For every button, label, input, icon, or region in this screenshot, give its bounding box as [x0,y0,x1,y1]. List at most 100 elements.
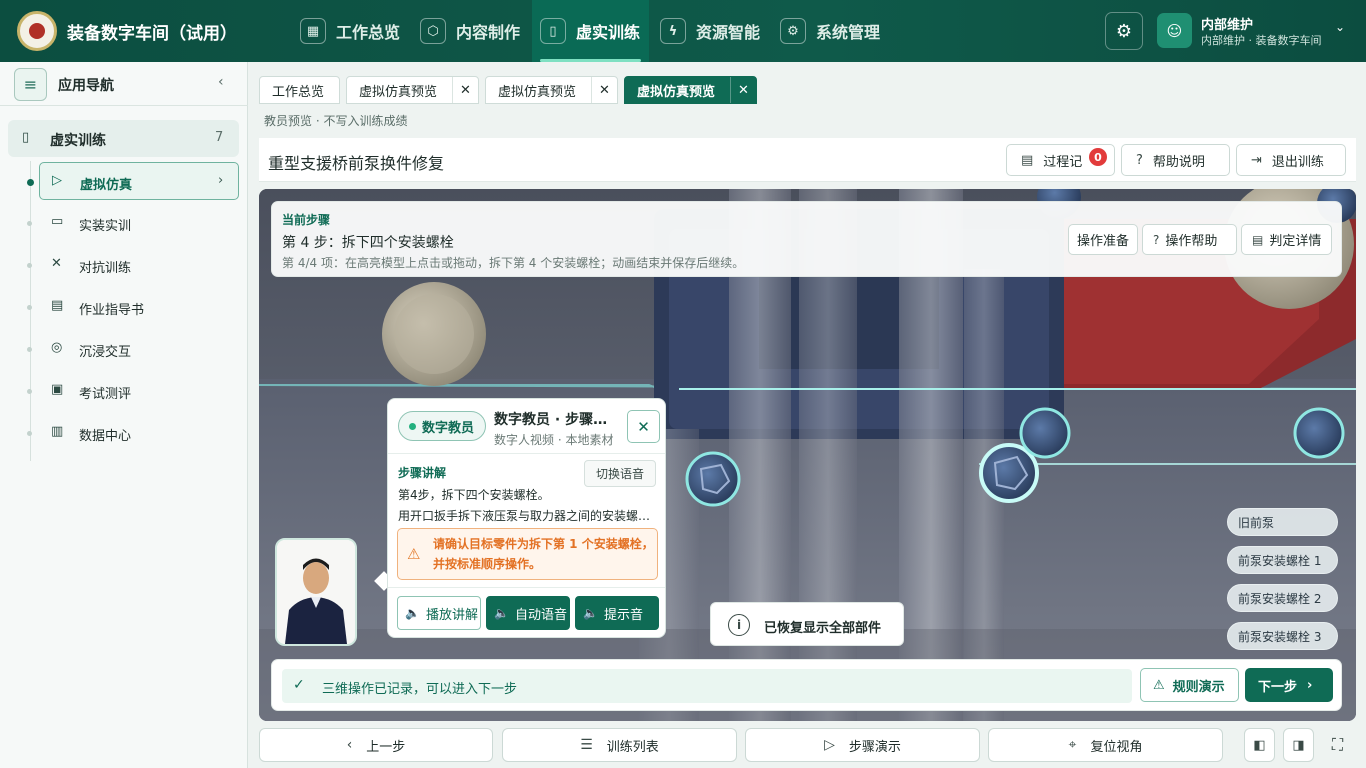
chevron-right-icon: › [218,173,224,188]
question-icon: ? [1153,232,1160,247]
gear-icon: ⚙ [780,18,806,44]
exit-training-button[interactable]: ⇥ 退出训练 [1236,144,1346,176]
step-caption: 当前步骤 [282,213,331,227]
close-icon[interactable]: ✕ [591,77,617,103]
play-narration-button[interactable]: 🔈 播放讲解 [397,596,481,630]
nav-item-content[interactable]: ⬡ 内容制作 [420,0,530,62]
user-avatar-icon: ☺ [1157,13,1192,48]
tab-overview[interactable]: 工作总览 [259,76,340,104]
sidebar-item-immersive[interactable]: ◎ 沉浸交互 [27,330,239,368]
nav-item-resources[interactable]: ϟ 资源智能 [660,0,770,62]
menu-toggle-button[interactable]: ≡ [14,68,47,101]
panel-right-icon: ◨ [1292,737,1305,753]
button-label: 判定详情 [1269,234,1322,249]
tree-dot [27,179,34,186]
button-label: 操作准备 [1077,234,1130,249]
emblem-logo [17,11,57,51]
chart-icon: ▥ [51,424,64,439]
auto-voice-button[interactable]: 🔈 自动语音 [486,596,570,630]
close-icon[interactable]: ✕ [452,77,478,103]
sidebar-item-label: 作业指导书 [79,303,145,318]
tree-dot [27,389,32,394]
tab-sim-preview-3[interactable]: 虚拟仿真预览 ✕ [624,76,757,104]
app-title: 装备数字车间（试用） [67,24,237,44]
status-dot-icon [409,422,416,430]
divider [388,587,665,588]
tab-label: 虚拟仿真预览 [498,84,577,100]
rule-demo-button[interactable]: ⚠ 规则演示 [1140,668,1239,702]
play-circle-icon: ▷ [52,173,62,188]
process-record-button[interactable]: ▤ 过程记 0 [1006,144,1115,176]
collapse-sidebar-icon[interactable]: ‹ [218,74,224,90]
tab-label: 虚拟仿真预览 [637,84,716,100]
sidebar-item-practical[interactable]: ▭ 实装实训 [27,204,239,242]
prep-button[interactable]: 操作准备 [1068,224,1138,255]
warning-box: ⚠ 请确认目标零件为拆下第 1 个安装螺栓，并按标准顺序操作。 [397,528,658,580]
chevron-down-icon: ⌄ [1335,20,1346,34]
tab-sim-preview-1[interactable]: 虚拟仿真预览 ✕ [346,76,479,104]
group-count: 7 [215,130,224,145]
tab-label: 工作总览 [272,84,325,100]
record-count-badge: 0 [1089,148,1107,166]
settings-button[interactable]: ⚙ [1105,12,1143,50]
teacher-portrait-image [277,540,355,644]
button-label: 过程记 [1043,154,1083,170]
sidebar-group-training[interactable]: ▯ 虚实训练 7 [8,120,239,157]
button-label: 下一步 [1258,679,1298,695]
help-button[interactable]: ? 帮助说明 [1121,144,1230,176]
close-icon[interactable]: ✕ [730,77,756,103]
hamburger-icon: ≡ [23,75,38,94]
close-teacher-button[interactable]: ✕ [627,410,660,443]
teacher-avatar [275,538,357,646]
warning-text: 请确认目标零件为拆下第 1 个安装螺栓，并按标准顺序操作。 [433,537,654,571]
toast-text: 已恢复显示全部部件 [764,621,882,636]
part-chip-old-pump[interactable]: 旧前泵 [1227,508,1338,536]
sidebar-item-label: 虚拟仿真 [80,178,133,193]
fullscreen-button[interactable]: ⛶ [1322,728,1353,762]
judgement-detail-button[interactable]: ▤ 判定详情 [1241,224,1332,255]
part-chip-bolt-2[interactable]: 前泵安装螺栓 2 [1227,584,1338,612]
top-bar: 装备数字车间（试用） ▦ 工作总览 ⬡ 内容制作 ▯ 虚实训练 ϟ 资源智能 ⚙… [0,0,1366,62]
operation-help-button[interactable]: ? 操作帮助 [1142,224,1237,255]
reset-view-button[interactable]: ⌖ 复位视角 [988,728,1223,762]
current-step-panel: 当前步骤 第 4 步：拆下四个安装螺栓 第 4/4 项：在高亮模型上点击或拖动，… [271,201,1342,277]
digital-teacher-panel: 数字教员 数字教员 · 步骤讲解 数字人视频 · 本地素材 ✕ 步骤讲解 切换语… [387,398,666,638]
next-step-button[interactable]: 下一步 › [1245,668,1333,702]
warning-icon: ⚠ [407,545,421,563]
speaker-icon: 🔈 [583,606,598,620]
prev-step-button[interactable]: ‹ 上一步 [259,728,493,762]
button-label: 步骤演示 [848,739,901,755]
toggle-left-panel-button[interactable]: ◧ [1244,728,1275,762]
step-demo-button[interactable]: ▷ 步骤演示 [745,728,980,762]
training-list-button[interactable]: ☰ 训练列表 [502,728,737,762]
nav-item-system[interactable]: ⚙ 系统管理 [780,0,890,62]
tree-dot [27,347,32,352]
user-menu[interactable]: ☺ 内部维护 内部维护 · 装备数字车间 ⌄ [1157,12,1357,50]
badge-label: 数字教员 [422,420,475,436]
sidebar-title: 应用导航 [58,78,114,94]
tree-line [30,161,31,461]
part-chip-bolt-1[interactable]: 前泵安装螺栓 1 [1227,546,1338,574]
switch-voice-button[interactable]: 切换语音 [584,460,656,487]
part-chip-bolt-3[interactable]: 前泵安装螺栓 3 [1227,622,1338,650]
sidebar-item-label: 实装实训 [79,219,132,234]
tab-sim-preview-2[interactable]: 虚拟仿真预览 ✕ [485,76,618,104]
nav-item-training[interactable]: ▯ 虚实训练 [532,0,649,62]
sidebar-item-virtual-sim[interactable]: ▷ 虚拟仿真 › [27,162,239,200]
button-label: 播放讲解 [425,607,478,623]
nav-item-overview[interactable]: ▦ 工作总览 [300,0,410,62]
combat-icon: ✕ [51,256,62,271]
toggle-right-panel-button[interactable]: ◨ [1283,728,1314,762]
button-label: 训练列表 [606,739,659,755]
tone-button[interactable]: 🔈 提示音 [575,596,659,630]
sidebar-item-exam[interactable]: ▣ 考试测评 [27,372,239,410]
sidebar-item-data[interactable]: ▥ 数据中心 [27,414,239,452]
play-circle-icon: ▷ [824,737,835,753]
step-description: 第 4/4 项：在高亮模型上点击或拖动，拆下第 4 个安装螺栓；动画结束并保存后… [282,256,745,270]
document-icon: ▤ [1021,152,1034,168]
tree-dot [27,305,32,310]
gear-icon: ⚙ [1115,20,1133,42]
status-message: ✓ 三维操作已记录，可以进入下一步 [282,669,1132,703]
sidebar-item-combat[interactable]: ✕ 对抗训练 [27,246,239,284]
sidebar-item-guide[interactable]: ▤ 作业指导书 [27,288,239,326]
